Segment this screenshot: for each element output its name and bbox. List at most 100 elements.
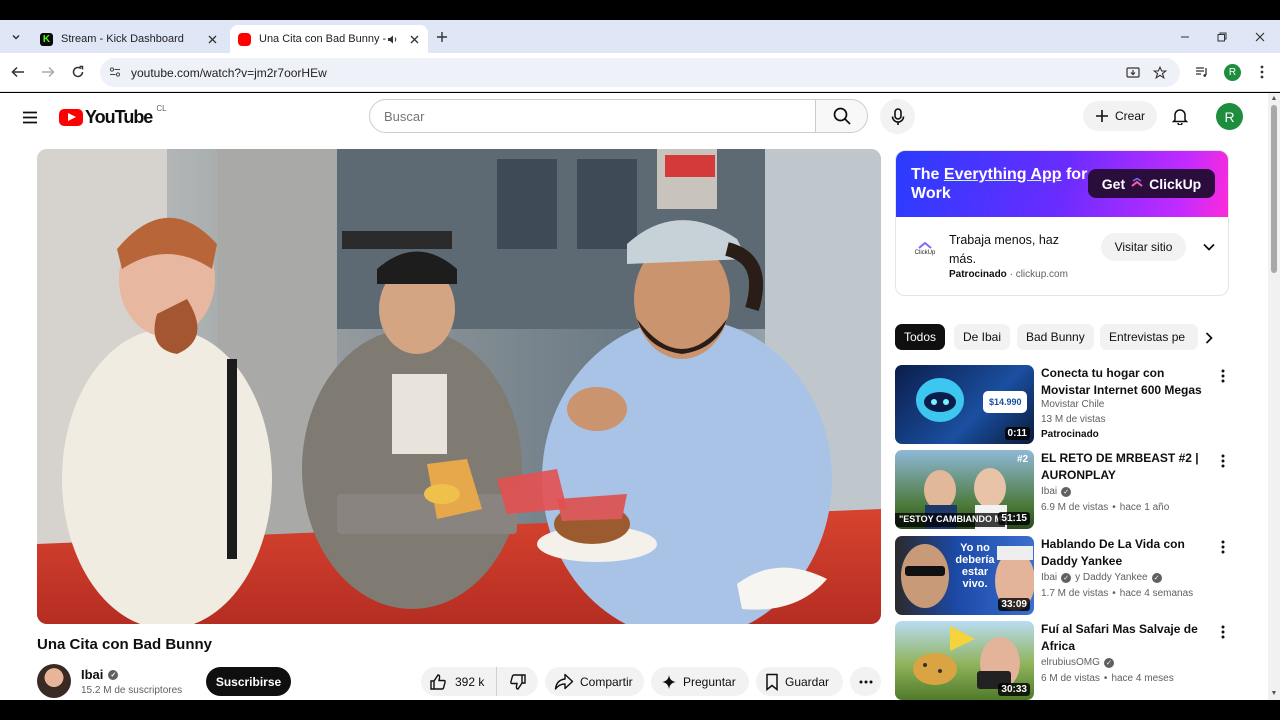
chip-bad-bunny[interactable]: Bad Bunny xyxy=(1017,324,1094,350)
bookmark-star-icon[interactable] xyxy=(1151,64,1169,82)
video-thumbnail[interactable]: Yo no debería estar vivo. 33:09 xyxy=(895,536,1034,615)
close-window-icon[interactable] xyxy=(1250,27,1270,47)
search-icon xyxy=(833,107,851,125)
media-controls-icon[interactable] xyxy=(1192,62,1212,82)
channel-avatar[interactable] xyxy=(37,664,71,698)
ad-cta-button[interactable]: Get ClickUp xyxy=(1088,169,1215,198)
share-button[interactable]: Compartir xyxy=(545,667,644,696)
thumbnail-caption: Yo no debería estar vivo. xyxy=(955,542,995,590)
close-tab-icon[interactable] xyxy=(204,31,220,47)
tab-search-chevron-icon[interactable] xyxy=(6,27,26,47)
more-vertical-icon[interactable] xyxy=(1215,452,1231,470)
thumbnail-price-text: $14.990 xyxy=(989,397,1022,407)
forward-arrow-icon[interactable] xyxy=(38,62,58,82)
chip-entrevistas[interactable]: Entrevistas pe xyxy=(1100,324,1198,350)
ad-domain: clickup.com xyxy=(1015,269,1068,280)
save-button[interactable]: Guardar xyxy=(756,667,843,696)
restore-icon[interactable] xyxy=(1212,27,1232,47)
like-button[interactable]: 392 k xyxy=(421,667,497,696)
recommended-video[interactable]: Yo no debería estar vivo. 33:09 Hablando… xyxy=(895,536,1235,616)
minimize-icon[interactable] xyxy=(1175,27,1195,47)
url-text[interactable]: youtube.com/watch?v=jm2r7oorHEw xyxy=(131,66,327,80)
youtube-logo[interactable]: YouTube CL xyxy=(59,104,167,128)
create-button[interactable]: Crear xyxy=(1083,101,1157,131)
channel-name[interactable]: Movistar Chile xyxy=(1041,399,1104,410)
close-tab-icon[interactable] xyxy=(406,31,422,47)
subscriber-count: 15.2 M de suscriptores xyxy=(81,685,183,696)
tab-title: Una Cita con Bad Bunny - YouTube xyxy=(259,33,387,45)
video-player[interactable] xyxy=(37,149,881,624)
recommended-video[interactable]: 30:33 Fuí al Safari Mas Salvaje de Afric… xyxy=(895,621,1235,700)
recommended-video[interactable]: #2 "ESTOY CAMBIANDO MUC 51:15 EL RETO DE… xyxy=(895,450,1235,530)
separator-dot: • xyxy=(1103,673,1108,684)
view-count: 13 M de vistas xyxy=(1041,414,1106,425)
video-title: Una Cita con Bad Bunny xyxy=(37,636,213,653)
visit-site-button[interactable]: Visitar sitio xyxy=(1101,233,1186,261)
recommended-video[interactable]: $14.990 0:11 Conecta tu hogar con Movist… xyxy=(895,365,1235,445)
scroll-down-arrow-icon[interactable]: ▼ xyxy=(1270,690,1278,698)
search-input[interactable]: Buscar xyxy=(369,99,816,133)
audio-playing-icon[interactable] xyxy=(387,34,398,45)
subscribe-button[interactable]: Suscribirse xyxy=(206,667,291,696)
browser-menu-icon[interactable] xyxy=(1252,62,1272,82)
more-vertical-icon[interactable] xyxy=(1215,367,1231,385)
install-app-icon[interactable] xyxy=(1124,64,1142,82)
page-scrollbar[interactable]: ▲ ▼ xyxy=(1268,93,1280,700)
video-frame xyxy=(37,149,881,624)
back-arrow-icon[interactable] xyxy=(8,62,28,82)
video-stats: 6 M de vistas • hace 4 meses xyxy=(1041,673,1174,684)
screen: K Stream - Kick Dashboard Una Cita con B… xyxy=(0,0,1280,720)
scroll-up-arrow-icon[interactable]: ▲ xyxy=(1270,95,1278,103)
video-title[interactable]: Fuí al Safari Mas Salvaje de Africa xyxy=(1041,621,1211,655)
video-title[interactable]: Hablando De La Vida con Daddy Yankee xyxy=(1041,536,1211,570)
chip-todos[interactable]: Todos xyxy=(895,324,946,350)
video-thumbnail[interactable]: $14.990 0:11 xyxy=(895,365,1034,444)
video-thumbnail[interactable]: #2 "ESTOY CAMBIANDO MUC 51:15 xyxy=(895,450,1034,529)
more-vertical-icon[interactable] xyxy=(1215,623,1231,641)
channel-line[interactable]: Ibai ✓ xyxy=(1041,486,1072,497)
channel-line[interactable]: Ibai ✓ y Daddy Yankee ✓ xyxy=(1041,572,1162,583)
advertiser-logo[interactable]: ClickUp xyxy=(910,233,940,263)
channel-name[interactable]: Ibai ✓ xyxy=(81,667,119,682)
clickup-logo-icon xyxy=(1131,177,1143,187)
thumbs-up-icon xyxy=(430,673,446,690)
guide-menu-icon[interactable] xyxy=(18,105,42,129)
kick-favicon-icon: K xyxy=(40,32,53,46)
sponsored-ad-card[interactable]: The Everything App for Work Get ClickUp … xyxy=(895,150,1229,296)
verified-check-icon: ✓ xyxy=(1061,572,1072,583)
video-title[interactable]: Conecta tu hogar con Movistar Internet 6… xyxy=(1041,365,1211,399)
voice-search-button[interactable] xyxy=(880,99,915,134)
more-vertical-icon[interactable] xyxy=(1215,538,1231,556)
reload-icon[interactable] xyxy=(68,62,88,82)
sparkle-icon xyxy=(662,674,676,689)
ask-button[interactable]: Preguntar xyxy=(651,667,749,696)
browser-tab-kick[interactable]: K Stream - Kick Dashboard xyxy=(32,25,226,53)
search-button[interactable] xyxy=(815,99,868,133)
channel-line[interactable]: elrubiusOMG ✓ xyxy=(1041,657,1114,668)
chevron-right-icon[interactable] xyxy=(1198,327,1220,349)
address-bar[interactable]: youtube.com/watch?v=jm2r7oorHEw xyxy=(100,58,1180,87)
browser-toolbar: youtube.com/watch?v=jm2r7oorHEw R xyxy=(0,53,1280,92)
verified-check-icon: ✓ xyxy=(1103,657,1114,668)
chip-de-ibai[interactable]: De Ibai xyxy=(954,324,1011,350)
ad-headline-part: The xyxy=(911,166,944,183)
more-horizontal-icon xyxy=(859,680,872,683)
more-actions-button[interactable] xyxy=(850,667,881,696)
chevron-down-icon[interactable] xyxy=(1199,237,1219,257)
video-stats: 1.7 M de vistas • hace 4 semanas xyxy=(1041,588,1193,599)
scrollbar-thumb[interactable] xyxy=(1271,105,1277,273)
dislike-button[interactable] xyxy=(497,667,538,696)
browser-profile-avatar[interactable]: R xyxy=(1224,64,1241,81)
new-tab-plus-icon[interactable] xyxy=(432,27,452,47)
ad-banner[interactable]: The Everything App for Work Get ClickUp xyxy=(896,151,1228,217)
account-avatar[interactable]: R xyxy=(1216,103,1243,130)
ad-headline: The Everything App for Work xyxy=(911,165,1091,203)
notifications-bell-icon[interactable] xyxy=(1168,104,1192,128)
video-thumbnail[interactable]: 30:33 xyxy=(895,621,1034,700)
share-label: Compartir xyxy=(580,674,633,689)
upload-age: hace 4 semanas xyxy=(1119,588,1194,599)
browser-tab-youtube[interactable]: Una Cita con Bad Bunny - YouTube xyxy=(230,25,428,53)
youtube-play-logo-icon xyxy=(59,109,83,126)
video-title[interactable]: EL RETO DE MRBEAST #2 | AURONPLAY xyxy=(1041,450,1211,484)
site-settings-icon[interactable] xyxy=(108,65,122,84)
